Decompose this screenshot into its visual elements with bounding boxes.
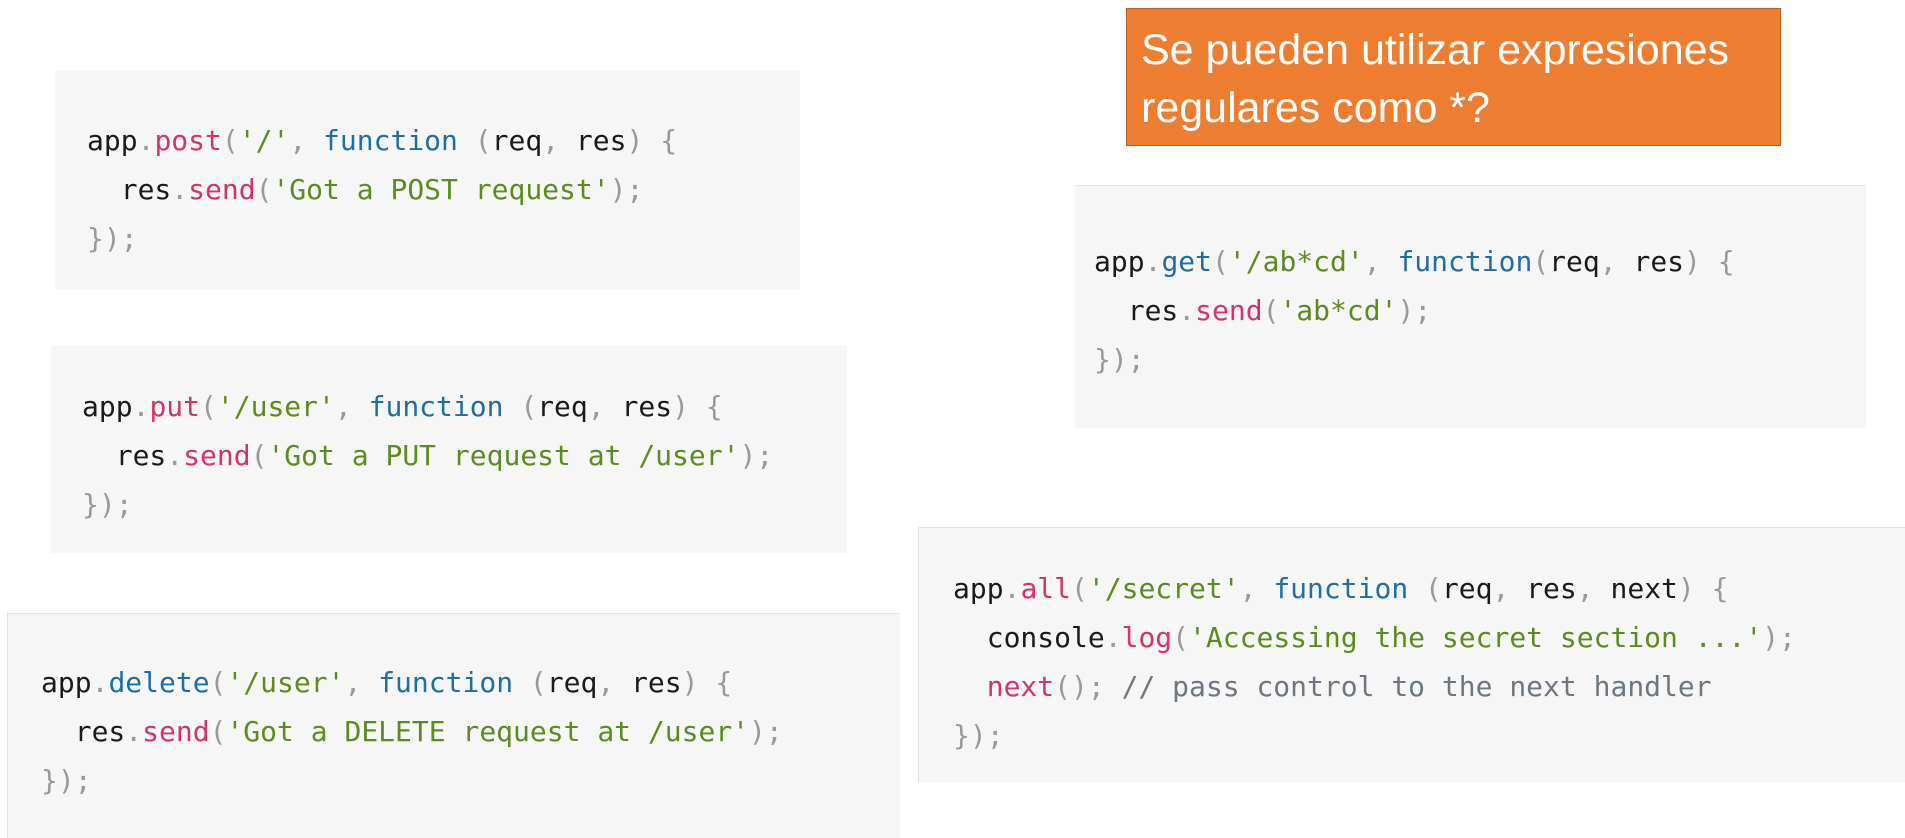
code-method: post: [154, 124, 222, 157]
code-route: '/ab*cd': [1228, 245, 1364, 278]
code-line: app.all('/secret', function (req, res, n…: [953, 572, 1729, 605]
code-param: res: [1633, 245, 1685, 278]
code-object: res: [120, 173, 172, 206]
code-string: 'Accessing the secret section ...': [1189, 621, 1763, 654]
code-param: req: [537, 390, 588, 423]
code-method: delete: [108, 666, 210, 699]
code-method: put: [149, 390, 201, 423]
code-param: res: [621, 390, 673, 423]
code-param: req: [1549, 245, 1600, 278]
code-line: res.send('Got a PUT request at /user');: [115, 439, 774, 472]
code-method: log: [1121, 621, 1173, 654]
code-line: });: [82, 488, 133, 521]
code-line: app.put('/user', function (req, res) {: [82, 390, 723, 423]
code-line: app.get('/ab*cd', function(req, res) {: [1094, 245, 1735, 278]
code-route: '/secret': [1087, 572, 1240, 605]
code-param: res: [631, 666, 682, 699]
code-method: send: [1195, 294, 1263, 327]
code-method: send: [142, 715, 210, 748]
code-line: });: [1094, 343, 1145, 376]
code-string: 'Got a POST request': [272, 173, 610, 206]
code-object: app: [953, 572, 1004, 605]
code-method: all: [1020, 572, 1072, 605]
code-object: res: [1127, 294, 1179, 327]
code-string: 'Got a DELETE request at /user': [226, 715, 750, 748]
code-keyword: function: [378, 666, 514, 699]
code-object: res: [115, 439, 167, 472]
code-block-put: app.put('/user', function (req, res) { r…: [51, 346, 847, 553]
code-line: res.send('ab*cd');: [1127, 294, 1432, 327]
code-param: res: [1526, 572, 1577, 605]
code-line: app.post('/', function (req, res) {: [87, 124, 678, 157]
code-block-delete: app.delete('/user', function (req, res) …: [7, 613, 900, 838]
code-object: console: [986, 621, 1105, 654]
code-block-get: app.get('/ab*cd', function(req, res) { r…: [1075, 185, 1866, 428]
code-string: 'Got a PUT request at /user': [267, 439, 740, 472]
code-param: res: [575, 124, 627, 157]
code-method: send: [188, 173, 256, 206]
code-line: res.send('Got a DELETE request at /user'…: [74, 715, 783, 748]
code-method: get: [1161, 245, 1213, 278]
code-object: app: [41, 666, 92, 699]
question-callout: Se pueden utilizar expresiones regulares…: [1126, 8, 1781, 146]
code-line: });: [87, 222, 138, 255]
code-line: });: [41, 764, 92, 797]
code-param: req: [546, 666, 598, 699]
code-keyword: function: [1273, 572, 1409, 605]
code-line: res.send('Got a POST request');: [120, 173, 644, 206]
code-line: console.log('Accessing the secret sectio…: [986, 621, 1796, 654]
code-param: next: [1610, 572, 1678, 605]
code-line: app.delete('/user', function (req, res) …: [41, 666, 733, 699]
code-keyword: function: [368, 390, 504, 423]
code-keyword: function: [323, 124, 458, 157]
code-route: '/user': [226, 666, 345, 699]
code-keyword: function: [1397, 245, 1533, 278]
code-call: next: [986, 670, 1055, 703]
code-route: '/user': [216, 390, 335, 423]
code-string: 'ab*cd': [1279, 294, 1398, 327]
code-param: req: [1441, 572, 1493, 605]
code-route: '/': [238, 124, 290, 157]
callout-line-1: Se pueden utilizar expresiones: [1141, 26, 1730, 74]
code-method: send: [183, 439, 251, 472]
code-block-all: app.all('/secret', function (req, res, n…: [918, 527, 1905, 782]
code-object: res: [74, 715, 126, 748]
code-line: });: [953, 719, 1004, 752]
code-param: req: [491, 124, 543, 157]
code-object: app: [87, 124, 138, 157]
code-object: app: [82, 390, 133, 423]
callout-line-2: regulares como *?: [1141, 84, 1490, 132]
code-comment: // pass control to the next handler: [1121, 670, 1712, 703]
code-object: app: [1094, 245, 1145, 278]
code-block-post: app.post('/', function (req, res) { res.…: [55, 70, 800, 290]
code-line: next(); // pass control to the next hand…: [986, 670, 1712, 703]
